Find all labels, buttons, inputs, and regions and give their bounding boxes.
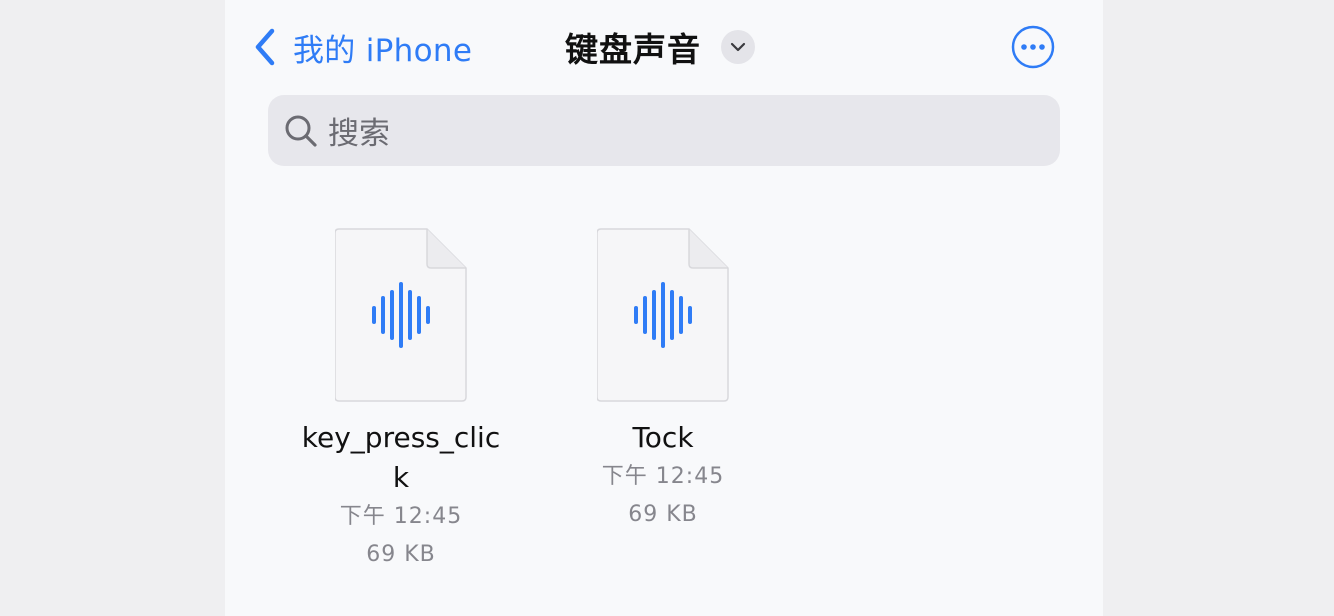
folder-title-area[interactable]: 键盘声音	[565, 24, 755, 70]
page-title: 键盘声音	[565, 30, 701, 69]
file-item[interactable]: Tock 下午 12:45 69 KB	[545, 228, 781, 534]
file-name: key_press_clic k	[301, 421, 501, 494]
search-field[interactable]: 搜索	[268, 95, 1060, 166]
search-placeholder: 搜索	[328, 116, 390, 152]
chevron-left-icon	[255, 28, 275, 66]
title-menu-button[interactable]	[721, 30, 755, 64]
chevron-down-icon	[730, 42, 746, 52]
audio-file-icon	[597, 228, 729, 402]
files-browser: 我的 iPhone 键盘声音 搜索 key_press_clic k 下午 12…	[225, 0, 1103, 616]
file-modified-time: 下午 12:45	[601, 464, 725, 489]
file-item[interactable]: key_press_clic k 下午 12:45 69 KB	[283, 228, 519, 574]
search-icon	[285, 115, 317, 147]
file-size: 69 KB	[628, 502, 698, 527]
audio-file-icon	[335, 228, 467, 402]
file-name: Tock	[632, 421, 694, 454]
back-button[interactable]: 我的 iPhone	[253, 24, 472, 70]
file-size: 69 KB	[366, 542, 436, 567]
back-label: 我的 iPhone	[293, 32, 473, 69]
file-modified-time: 下午 12:45	[339, 504, 463, 529]
more-options-icon[interactable]	[1011, 25, 1055, 69]
